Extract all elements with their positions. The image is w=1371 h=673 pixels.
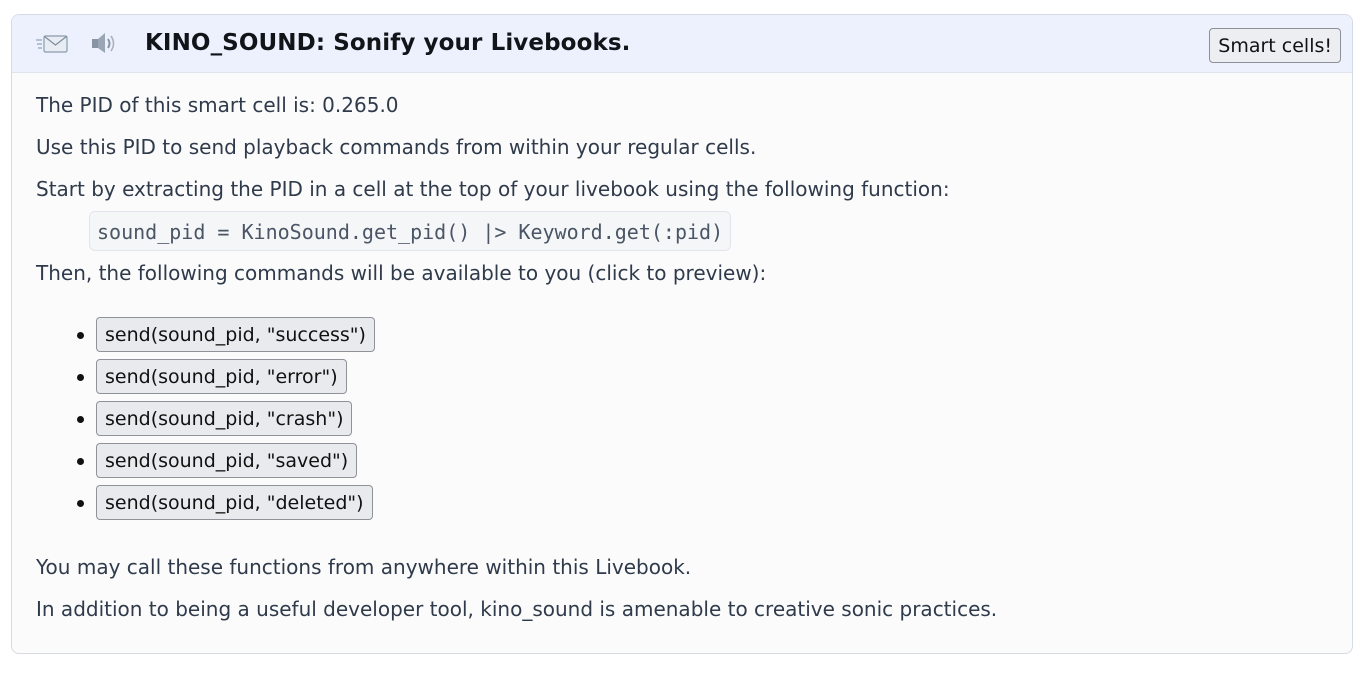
anywhere-text: You may call these functions from anywhe… bbox=[36, 555, 692, 579]
pid-text: The PID of this smart cell is: 0.265.0 bbox=[36, 93, 399, 117]
bullet-icon bbox=[77, 500, 84, 507]
play-saved-button[interactable]: send(sound_pid, "saved") bbox=[96, 443, 358, 478]
bullet-icon bbox=[77, 374, 84, 381]
speaker-icon bbox=[92, 33, 115, 53]
instructions-text: Start by extracting the PID in a cell at… bbox=[36, 177, 950, 201]
smart-cells-button[interactable]: Smart cells! bbox=[1209, 28, 1341, 63]
bullet-icon bbox=[77, 416, 84, 423]
play-deleted-button[interactable]: send(sound_pid, "deleted") bbox=[96, 485, 373, 520]
play-error-button[interactable]: send(sound_pid, "error") bbox=[96, 359, 347, 394]
usage-text: Use this PID to send playback commands f… bbox=[36, 135, 757, 159]
envelope-icon bbox=[36, 35, 68, 53]
smart-cell-header: KINO_SOUND: Sonify your Livebooks. Smart… bbox=[12, 15, 1352, 73]
bullet-icon bbox=[77, 458, 84, 465]
bullet-icon bbox=[77, 332, 84, 339]
commands-intro-text: Then, the following commands will be ava… bbox=[36, 261, 767, 285]
play-success-button[interactable]: send(sound_pid, "success") bbox=[96, 317, 375, 352]
page-title: KINO_SOUND: Sonify your Livebooks. bbox=[145, 30, 631, 56]
play-crash-button[interactable]: send(sound_pid, "crash") bbox=[96, 401, 353, 436]
creative-text: In addition to being a useful developer … bbox=[36, 597, 998, 621]
smart-cell-card: KINO_SOUND: Sonify your Livebooks. Smart… bbox=[11, 14, 1353, 654]
code-snippet: sound_pid = KinoSound.get_pid() |> Keywo… bbox=[89, 211, 732, 251]
